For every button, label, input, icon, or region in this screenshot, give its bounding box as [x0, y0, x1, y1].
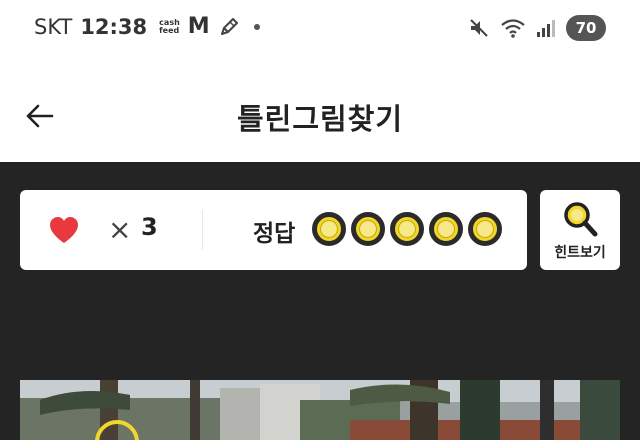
game-status-card: × 3 정답	[20, 190, 527, 270]
wifi-icon	[501, 19, 525, 38]
answer-slot	[468, 212, 502, 246]
answer-slot	[429, 212, 463, 246]
lives-count: 3	[141, 213, 158, 241]
cashfeed-icon: cash feed	[159, 18, 180, 35]
divider	[202, 210, 203, 250]
signal-icon	[537, 20, 555, 37]
answer-slots	[312, 212, 502, 246]
clock: 12:38	[80, 14, 148, 39]
status-left: SKT 12:38 cash feed M	[34, 14, 260, 39]
hint-label: 힌트보기	[554, 245, 606, 261]
cashfeed-bottom-text: feed	[159, 25, 180, 35]
gmail-icon: M	[187, 14, 210, 39]
app-header: 틀린그림찾기	[0, 60, 640, 162]
page-title: 틀린그림찾기	[236, 102, 404, 136]
heart-icon	[50, 217, 78, 243]
status-right: 70	[468, 15, 606, 41]
game-picture[interactable]	[20, 380, 620, 440]
lives-multiplier: ×	[108, 213, 132, 246]
magnifier-icon	[564, 202, 598, 237]
answer-slot	[351, 212, 385, 246]
answer-slot	[390, 212, 424, 246]
hint-button[interactable]: 힌트보기	[540, 190, 620, 270]
carrier-label: SKT	[34, 14, 73, 39]
answer-label: 정답	[253, 221, 296, 247]
pen-icon	[220, 17, 238, 35]
notification-dot-icon	[253, 23, 260, 30]
answer-slot	[312, 212, 346, 246]
battery-icon: 70	[566, 15, 606, 41]
status-bar: SKT 12:38 cash feed M 70	[0, 0, 640, 60]
game-area: × 3 정답 힌트보기	[0, 162, 640, 440]
mute-icon	[470, 19, 488, 37]
